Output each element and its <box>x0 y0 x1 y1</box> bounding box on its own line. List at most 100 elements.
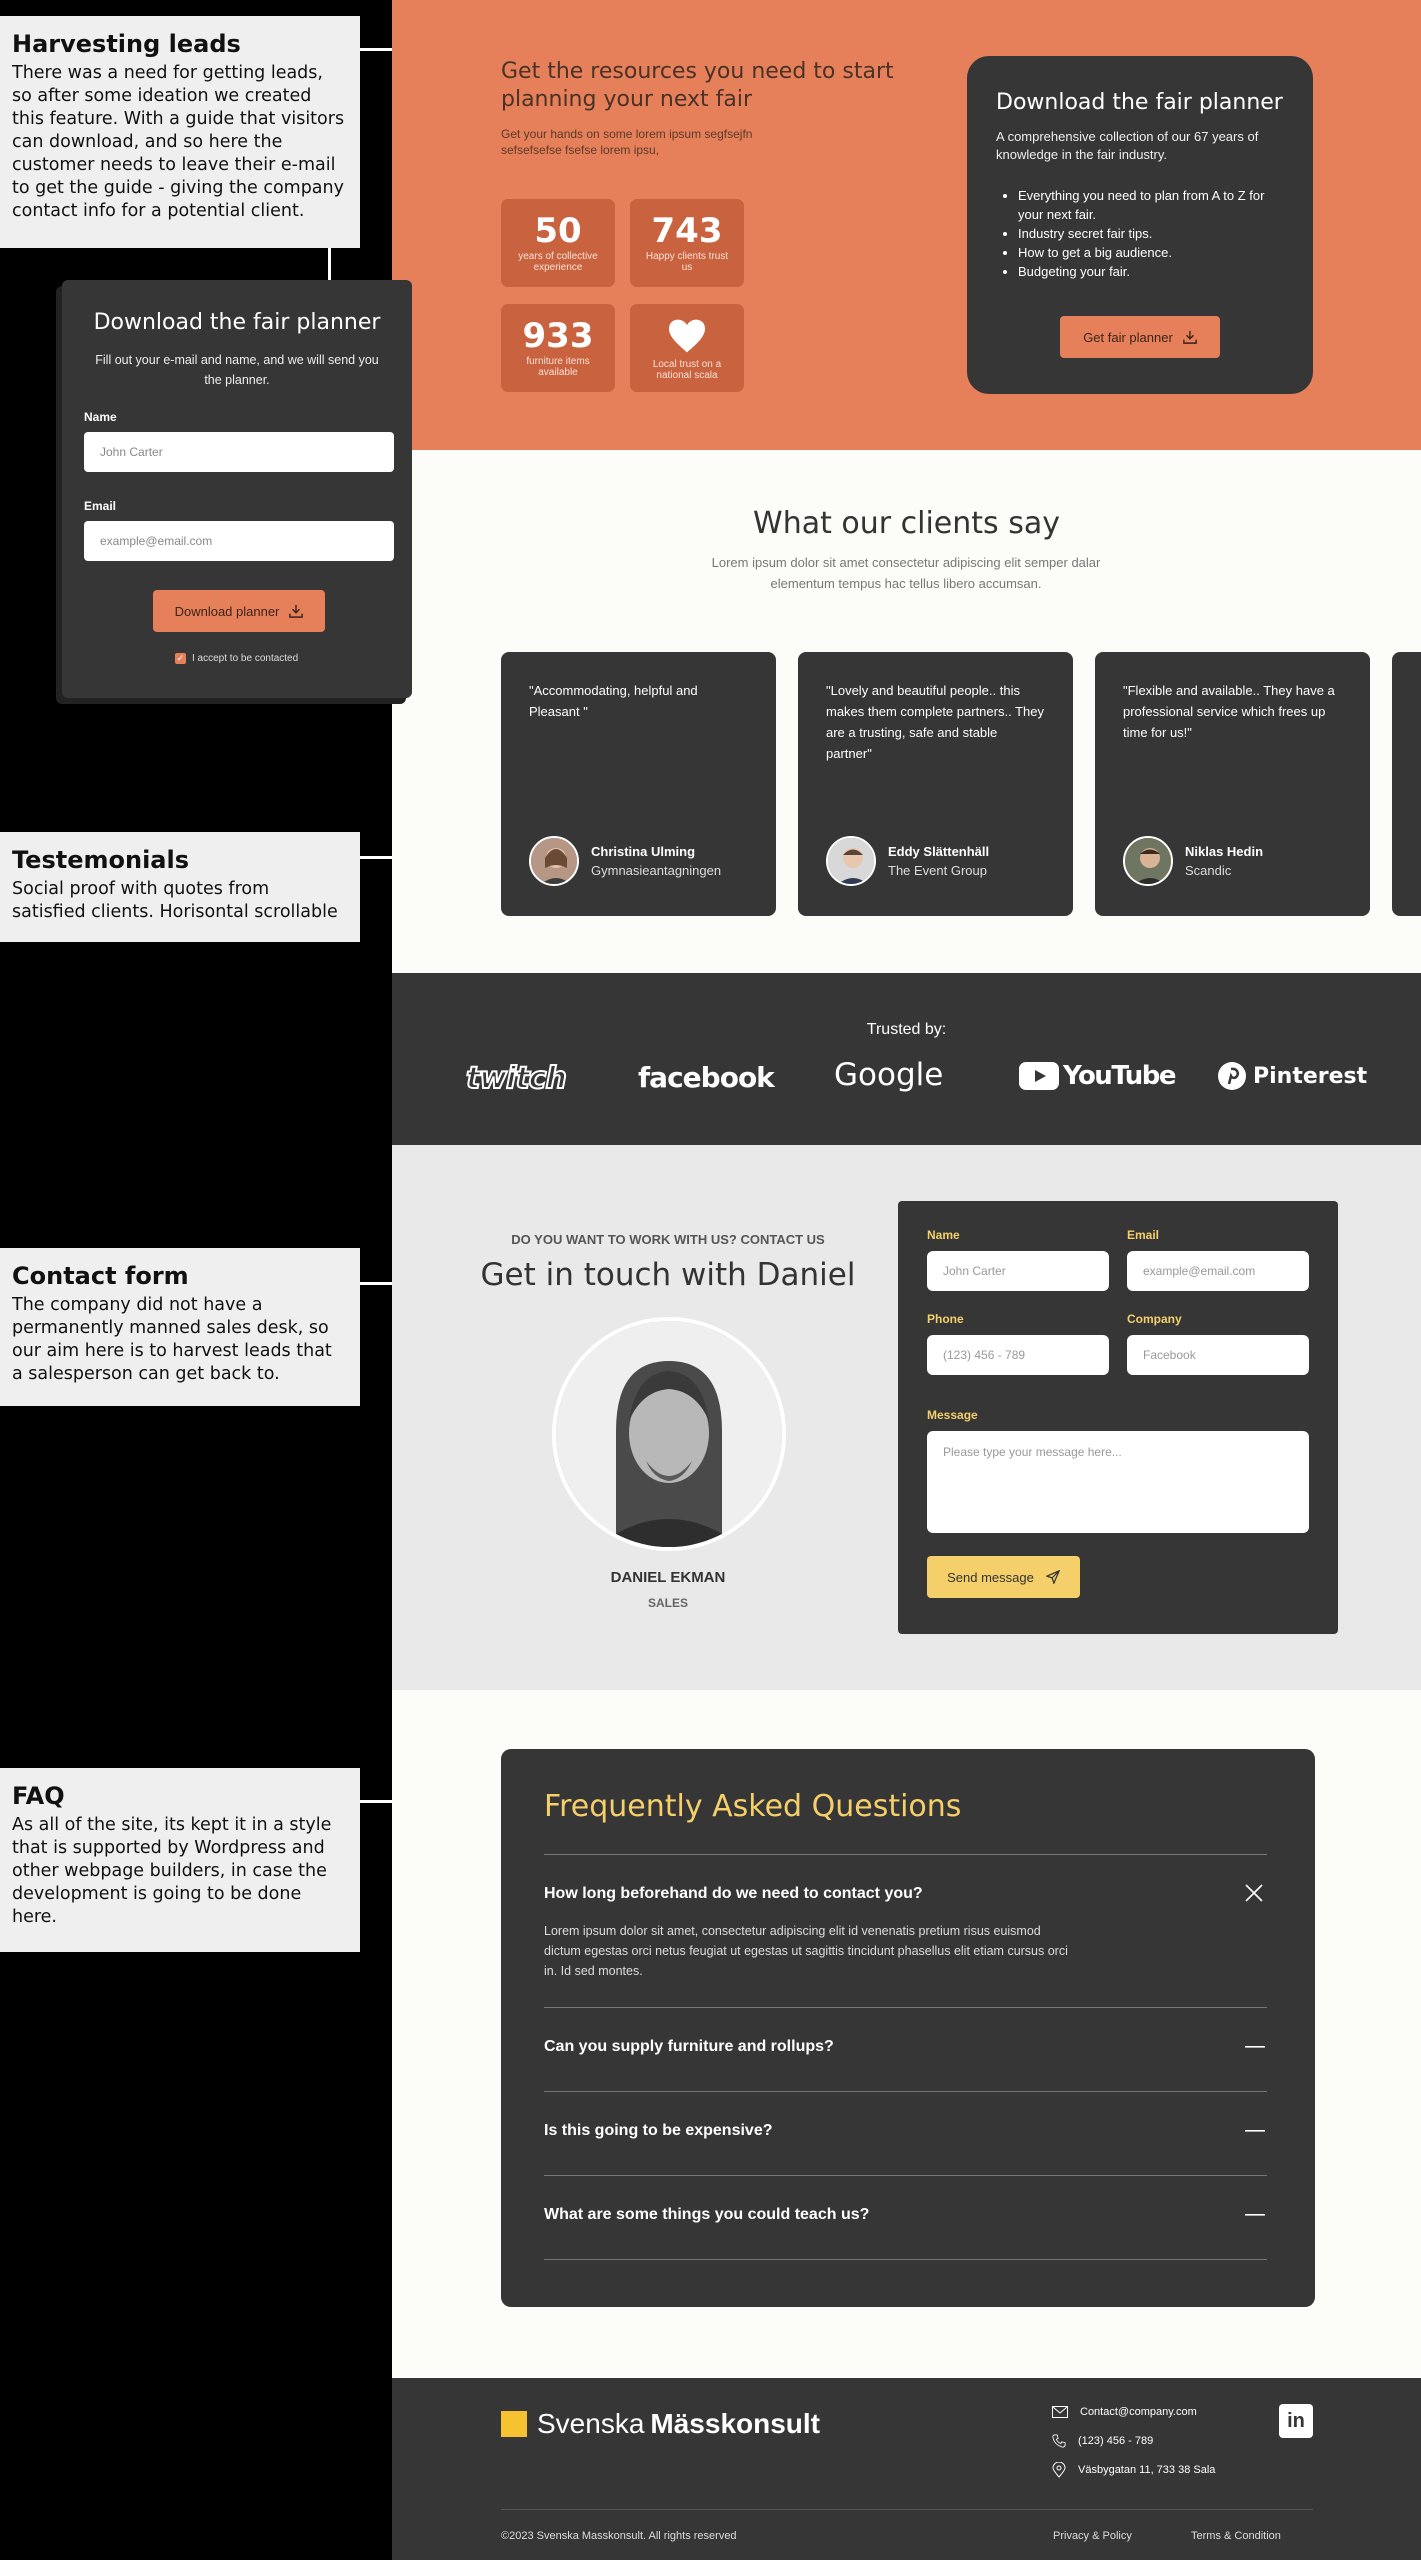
testimonial-card: "Accommodating, helpful and Pleasant " C… <box>501 652 776 916</box>
phone-icon <box>1052 2434 1066 2448</box>
pinterest-icon <box>1218 1062 1246 1090</box>
faq-question[interactable]: Is this going to be expensive? <box>544 2122 772 2140</box>
annotation-testimonials: Testemonials Social proof with quotes fr… <box>0 832 360 942</box>
stat-label: years of collective experience <box>518 251 598 273</box>
email-label: Email <box>1127 1228 1160 1242</box>
heart-icon <box>669 319 705 353</box>
card-title: Download the fair planner <box>996 90 1283 115</box>
consent-checkbox[interactable]: ✓ I accept to be contacted <box>175 653 298 664</box>
testimonial-quote: "Accommodating, helpful and Pleasant " <box>529 683 698 719</box>
divider <box>501 2509 1313 2510</box>
testimonial-name: Christina Ulming <box>591 844 696 859</box>
download-icon <box>289 604 304 618</box>
name-input[interactable]: John Carter <box>927 1251 1109 1291</box>
email-label: Email <box>84 499 117 513</box>
annotation-title: Contact form <box>12 1262 189 1290</box>
email-input[interactable]: example@email.com <box>84 521 394 561</box>
google-logo: Google <box>834 1057 944 1093</box>
annotation-faq: FAQ As all of the site, its kept it in a… <box>0 1768 360 1952</box>
contact-title: Get in touch with Daniel <box>480 1257 856 1293</box>
contact-person-role: SALES <box>647 1596 688 1610</box>
expand-icon[interactable] <box>1245 2214 1265 2216</box>
bullet-item: How to get a big audience. <box>1018 243 1288 262</box>
expand-icon[interactable] <box>1245 2046 1265 2048</box>
stat-value: 933 <box>522 316 594 356</box>
stat-card: 743 Happy clients trust us <box>630 199 744 287</box>
stat-label: Local trust on a national scala <box>652 359 722 381</box>
close-icon[interactable] <box>1244 1883 1264 1903</box>
hero-section: Get the resources you need to start plan… <box>392 0 1421 450</box>
phone-input[interactable]: (123) 456 - 789 <box>927 1335 1109 1375</box>
brand-light: Svenska <box>537 2408 645 2439</box>
name-input[interactable]: John Carter <box>84 432 394 472</box>
faq-question[interactable]: What are some things you could teach us? <box>544 2206 869 2224</box>
faq-question[interactable]: Can you supply furniture and rollups? <box>544 2038 834 2056</box>
trusted-title: Trusted by: <box>866 1021 947 1038</box>
brand-logo[interactable]: Svenska Mässkonsult <box>501 2408 820 2440</box>
bullet-item: Everything you need to plan from A to Z … <box>1018 186 1288 224</box>
name-label: Name <box>84 410 117 424</box>
send-icon <box>1045 1570 1060 1584</box>
annotation-connector <box>360 1282 392 1285</box>
footer-email[interactable]: Contact@company.com <box>1052 2406 1197 2418</box>
faq-section: Frequently Asked Questions How long befo… <box>501 1749 1315 2307</box>
button-label: Send message <box>947 1569 1034 1585</box>
annotation-text: As all of the site, its kept it in a sty… <box>12 1815 332 1927</box>
hero-subtitle: Get your hands on some lorem ipsum segfs… <box>501 127 753 157</box>
testimonial-card-partial[interactable] <box>1392 652 1421 916</box>
contact-section: DO YOU WANT TO WORK WITH US? CONTACT US … <box>392 1145 1421 1690</box>
company-input[interactable]: Facebook <box>1127 1335 1309 1375</box>
send-message-button[interactable]: Send message <box>927 1556 1080 1598</box>
contact-kicker: DO YOU WANT TO WORK WITH US? CONTACT US <box>511 1232 825 1247</box>
logo-text: Pinterest <box>1253 1063 1368 1089</box>
consent-label: I accept to be contacted <box>192 653 299 664</box>
lead-capture-popup: Download the fair planner Fill out your … <box>62 280 412 698</box>
footer-address: Väsbygatan 11, 733 38 Sala <box>1052 2462 1215 2478</box>
twitch-logo: twitch <box>465 1060 568 1097</box>
divider <box>544 2007 1267 2008</box>
popup-description: Fill out your e-mail and name, and we wi… <box>95 353 379 387</box>
expand-icon[interactable] <box>1245 2130 1265 2132</box>
contact-person-photo <box>552 1317 786 1551</box>
testimonials-title: What our clients say <box>753 506 1060 541</box>
pinterest-logo: Pinterest <box>1217 1061 1367 1091</box>
button-label: Download planner <box>174 603 280 619</box>
faq-title: Frequently Asked Questions <box>544 1789 962 1824</box>
annotation-title: Testemonials <box>12 846 190 874</box>
faq-question[interactable]: How long beforehand do we need to contac… <box>544 1885 923 1903</box>
testimonial-card: "Lovely and beautiful people.. this make… <box>798 652 1073 916</box>
logo-text: YouTube <box>1063 1061 1176 1091</box>
footer-phone[interactable]: (123) 456 - 789 <box>1052 2434 1153 2448</box>
phone-label: Phone <box>927 1312 964 1326</box>
annotation-text: There was a need for getting leads, so a… <box>12 63 345 221</box>
annotation-text: Social proof with quotes from satisfied … <box>12 879 338 922</box>
card-bullet-list: Everything you need to plan from A to Z … <box>996 186 1288 281</box>
footer: Svenska Mässkonsult Contact@company.com … <box>392 2378 1421 2560</box>
download-planner-button[interactable]: Download planner <box>153 590 325 632</box>
button-label: Get fair planner <box>1083 329 1173 345</box>
linkedin-icon[interactable]: in <box>1279 2404 1313 2438</box>
annotation-connector <box>360 1800 392 1803</box>
bullet-item: Budgeting your fair. <box>1018 262 1288 281</box>
avatar <box>529 836 579 886</box>
stat-card: Local trust on a national scala <box>630 304 744 392</box>
testimonial-company: The Event Group <box>888 863 987 878</box>
get-fair-planner-button[interactable]: Get fair planner <box>1060 316 1220 358</box>
download-icon <box>1182 330 1197 344</box>
stat-value: 743 <box>651 211 723 251</box>
terms-link[interactable]: Terms & Condition <box>1191 2530 1281 2542</box>
testimonials-subtitle: Lorem ipsum dolor sit amet consectetur a… <box>711 555 1101 591</box>
phone-text: (123) 456 - 789 <box>1078 2435 1154 2447</box>
divider <box>544 2175 1267 2176</box>
stat-card: 933 furniture items available <box>501 304 615 392</box>
trusted-by-section: Trusted by: twitch facebook Google YouTu… <box>392 973 1421 1145</box>
hero-title: Get the resources you need to start plan… <box>501 59 894 112</box>
message-textarea[interactable]: Please type your message here... <box>927 1431 1309 1533</box>
privacy-policy-link[interactable]: Privacy & Policy <box>1053 2530 1132 2542</box>
annotation-title: FAQ <box>12 1782 65 1810</box>
email-input[interactable]: example@email.com <box>1127 1251 1309 1291</box>
name-label: Name <box>927 1228 960 1242</box>
location-pin-icon <box>1052 2462 1066 2478</box>
testimonial-quote: "Lovely and beautiful people.. this make… <box>826 683 1044 761</box>
youtube-play-icon <box>1019 1062 1059 1090</box>
